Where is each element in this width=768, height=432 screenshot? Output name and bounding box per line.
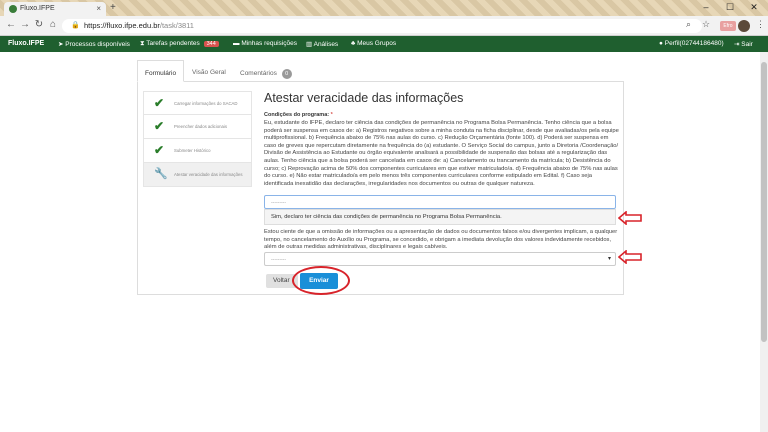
brand-logo[interactable]: Fluxo.IFPE xyxy=(8,40,44,47)
declaration-text: Estou ciente de que a omissão de informa… xyxy=(264,229,618,251)
conditions-dropdown-option[interactable]: Sim, declaro ter ciência das condições d… xyxy=(264,209,616,225)
conditions-label: Condições do programa: * xyxy=(264,112,333,118)
nav-grupos[interactable]: ♣ Meus Grupos xyxy=(351,40,396,47)
hourglass-icon: ⧗ xyxy=(140,40,145,47)
forward-icon[interactable]: → xyxy=(18,19,32,30)
nav-grupos-label: Meus Grupos xyxy=(357,40,397,47)
step-item[interactable]: ✔ Carregar informações do SACAD xyxy=(143,91,252,115)
tab-close-icon[interactable]: × xyxy=(96,4,101,13)
nav-perfil-label: Perfil(02744186480) xyxy=(664,40,724,47)
declaration-select[interactable]: --------- ▾ xyxy=(264,252,616,266)
step-item-active[interactable]: 🔧 Atestar veracidade das informações xyxy=(143,163,252,187)
step-label: Preencher dados adicionais xyxy=(174,124,228,129)
step-label: Atestar veracidade das informações xyxy=(174,172,243,177)
step-label: Submeter Histórico xyxy=(174,148,211,153)
home-icon[interactable]: ⌂ xyxy=(46,19,60,30)
nav-processos[interactable]: ➤ Processos disponíveis xyxy=(58,40,130,48)
annotation-ring xyxy=(292,266,350,295)
bar-chart-icon: ▥ xyxy=(306,41,313,48)
url-path: /task/3811 xyxy=(159,21,194,30)
nav-perfil[interactable]: ● Perfil(02744186480) xyxy=(659,40,724,47)
paper-plane-icon: ➤ xyxy=(58,41,64,48)
browser-tab-title: Fluxo.IFPE xyxy=(20,5,55,12)
conditions-label-text: Condições do programa: xyxy=(264,112,330,118)
check-icon: ✔ xyxy=(154,143,165,157)
logout-icon: ⇥ xyxy=(734,41,740,48)
step-item[interactable]: ✔ Submeter Histórico xyxy=(143,139,252,163)
nav-processos-label: Processos disponíveis xyxy=(65,41,130,48)
nav-requisicoes-label: Minhas requisições xyxy=(241,40,297,47)
nav-tarefas[interactable]: ⧗ Tarefas pendentes 344 xyxy=(140,40,219,48)
user-icon: ● xyxy=(659,40,663,47)
nav-analises-label: Análises xyxy=(313,41,339,48)
reload-icon[interactable]: ↻ xyxy=(32,19,46,30)
step-item[interactable]: ✔ Preencher dados adicionais xyxy=(143,115,252,139)
star-icon[interactable]: ☆ xyxy=(702,19,710,30)
declaration-select-value: --------- xyxy=(271,257,286,263)
page-title: Atestar veracidade das informações xyxy=(264,91,464,105)
favicon-icon xyxy=(9,5,17,13)
maximize-icon[interactable]: ☐ xyxy=(718,0,742,14)
nav-sair-label: Sair xyxy=(741,41,753,48)
tab-comentarios-label: Comentários xyxy=(240,70,277,77)
tab-comentarios[interactable]: Comentários 0 xyxy=(240,60,292,82)
minimize-icon[interactable]: – xyxy=(694,0,718,14)
back-icon[interactable]: ← xyxy=(4,19,18,30)
step-label: Carregar informações do SACAD xyxy=(174,101,238,106)
steps-list: ✔ Carregar informações do SACAD ✔ Preenc… xyxy=(143,91,252,187)
url-input[interactable]: 🔒 https://fluxo.ifpe.edu.br/task/3811 xyxy=(62,19,702,33)
tarefas-count-badge: 344 xyxy=(203,41,219,47)
tab-visao-geral[interactable]: Visão Geral xyxy=(192,60,226,82)
conditions-text: Eu, estudante do IFPE, declaro ter ciênc… xyxy=(264,120,619,187)
browser-menu-icon[interactable]: ⋮ xyxy=(756,19,765,30)
app-navbar: Fluxo.IFPE ➤ Processos disponíveis ⧗ Tar… xyxy=(0,36,768,52)
nav-tarefas-label: Tarefas pendentes xyxy=(146,40,200,47)
profile-chip[interactable]: Efro xyxy=(720,21,736,31)
chevron-down-icon: ▾ xyxy=(607,256,611,262)
new-tab-icon[interactable]: + xyxy=(110,2,116,13)
nav-analises[interactable]: ▥ Análises xyxy=(306,40,338,48)
wrench-icon: 🔧 xyxy=(154,168,168,180)
zoom-search-icon[interactable]: ⌕ xyxy=(686,19,691,30)
nav-requisicoes[interactable]: ▬ Minhas requisições xyxy=(233,40,297,47)
conditions-select-value: --------- xyxy=(271,200,286,206)
scrollbar-thumb[interactable] xyxy=(761,62,767,342)
tab-formulario[interactable]: Formulário xyxy=(137,60,185,82)
check-icon: ✔ xyxy=(154,96,165,110)
window-close-icon[interactable]: ✕ xyxy=(742,0,766,14)
browser-tab[interactable]: Fluxo.IFPE × xyxy=(4,2,106,16)
avatar[interactable] xyxy=(738,20,750,32)
group-icon: ♣ xyxy=(351,40,356,47)
conditions-select[interactable]: --------- xyxy=(264,195,616,209)
comentarios-count-badge: 0 xyxy=(281,69,292,79)
url-host: https://fluxo.ifpe.edu.br xyxy=(84,21,160,30)
browser-tabbar: Fluxo.IFPE × + – ☐ ✕ xyxy=(0,0,768,16)
annotation-arrow-icon xyxy=(618,250,642,264)
check-icon: ✔ xyxy=(154,119,165,133)
address-bar: ← → ↻ ⌂ 🔒 https://fluxo.ifpe.edu.br/task… xyxy=(0,16,768,36)
folder-icon: ▬ xyxy=(233,40,240,47)
lock-icon: 🔒 xyxy=(71,22,80,29)
required-mark: * xyxy=(330,112,333,118)
nav-sair[interactable]: ⇥ Sair xyxy=(734,40,753,48)
annotation-arrow-icon xyxy=(618,211,642,225)
